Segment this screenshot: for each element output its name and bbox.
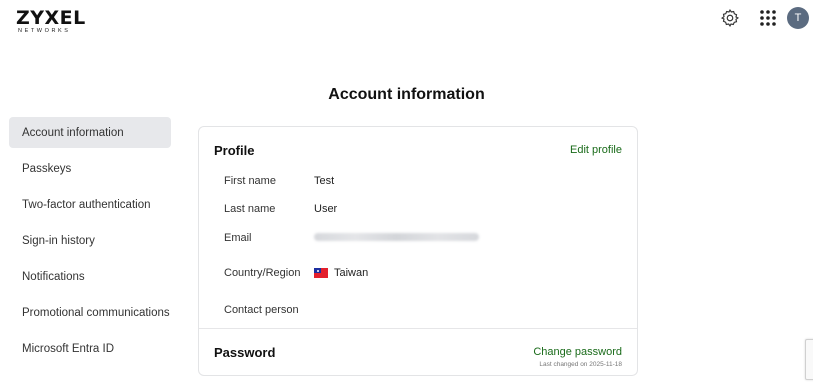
country-label: Country/Region bbox=[224, 267, 301, 279]
edit-profile-link[interactable]: Edit profile bbox=[570, 144, 622, 156]
contact-row: Contact person bbox=[224, 304, 314, 316]
taiwan-flag-icon bbox=[314, 268, 328, 279]
email-row: Email bbox=[224, 232, 479, 244]
profile-section-title: Profile bbox=[214, 143, 255, 158]
email-value-redacted bbox=[314, 232, 479, 244]
first-name-label: First name bbox=[224, 175, 276, 187]
apps-grid-icon[interactable] bbox=[757, 7, 779, 29]
country-row: Country/Region Taiwan bbox=[224, 267, 368, 279]
sidebar-nav: Account information Passkeys Two-factor … bbox=[9, 117, 171, 369]
sidebar-item-sign-in-history[interactable]: Sign-in history bbox=[9, 225, 171, 256]
recaptcha-badge[interactable] bbox=[805, 339, 813, 380]
header-actions: T bbox=[719, 7, 809, 29]
sidebar-item-microsoft-entra-id[interactable]: Microsoft Entra ID bbox=[9, 333, 171, 364]
logo-wordmark: ZYXEL bbox=[16, 7, 86, 29]
sidebar-item-account-information[interactable]: Account information bbox=[9, 117, 171, 148]
avatar[interactable]: T bbox=[787, 7, 809, 29]
password-last-changed: Last changed on 2025-11-18 bbox=[539, 361, 622, 368]
country-value: Taiwan bbox=[314, 267, 368, 279]
sidebar-item-passkeys[interactable]: Passkeys bbox=[9, 153, 171, 184]
sidebar-item-notifications[interactable]: Notifications bbox=[9, 261, 171, 292]
country-name: Taiwan bbox=[334, 267, 369, 279]
last-name-value: User bbox=[314, 203, 338, 215]
page-title: Account information bbox=[328, 86, 485, 103]
change-password-link[interactable]: Change password bbox=[533, 346, 622, 358]
contact-person-label: Contact person bbox=[224, 304, 299, 316]
first-name-value: Test bbox=[314, 175, 335, 187]
password-section-title: Password bbox=[214, 345, 276, 360]
account-page: ZYXEL NETWORKS T Account information Acc… bbox=[0, 0, 813, 384]
sidebar-item-promotional-communications[interactable]: Promotional communications bbox=[9, 297, 171, 328]
sidebar-item-two-factor-authentication[interactable]: Two-factor authentication bbox=[9, 189, 171, 220]
last-name-label: Last name bbox=[224, 203, 276, 215]
email-label: Email bbox=[224, 232, 252, 244]
gear-icon[interactable] bbox=[719, 7, 741, 29]
first-name-row: First name Test bbox=[224, 175, 334, 187]
account-card: Profile Edit profile First name Test Las… bbox=[198, 126, 638, 376]
last-name-row: Last name User bbox=[224, 203, 337, 215]
zyxel-logo[interactable]: ZYXEL NETWORKS bbox=[16, 8, 86, 34]
section-divider bbox=[199, 328, 637, 329]
